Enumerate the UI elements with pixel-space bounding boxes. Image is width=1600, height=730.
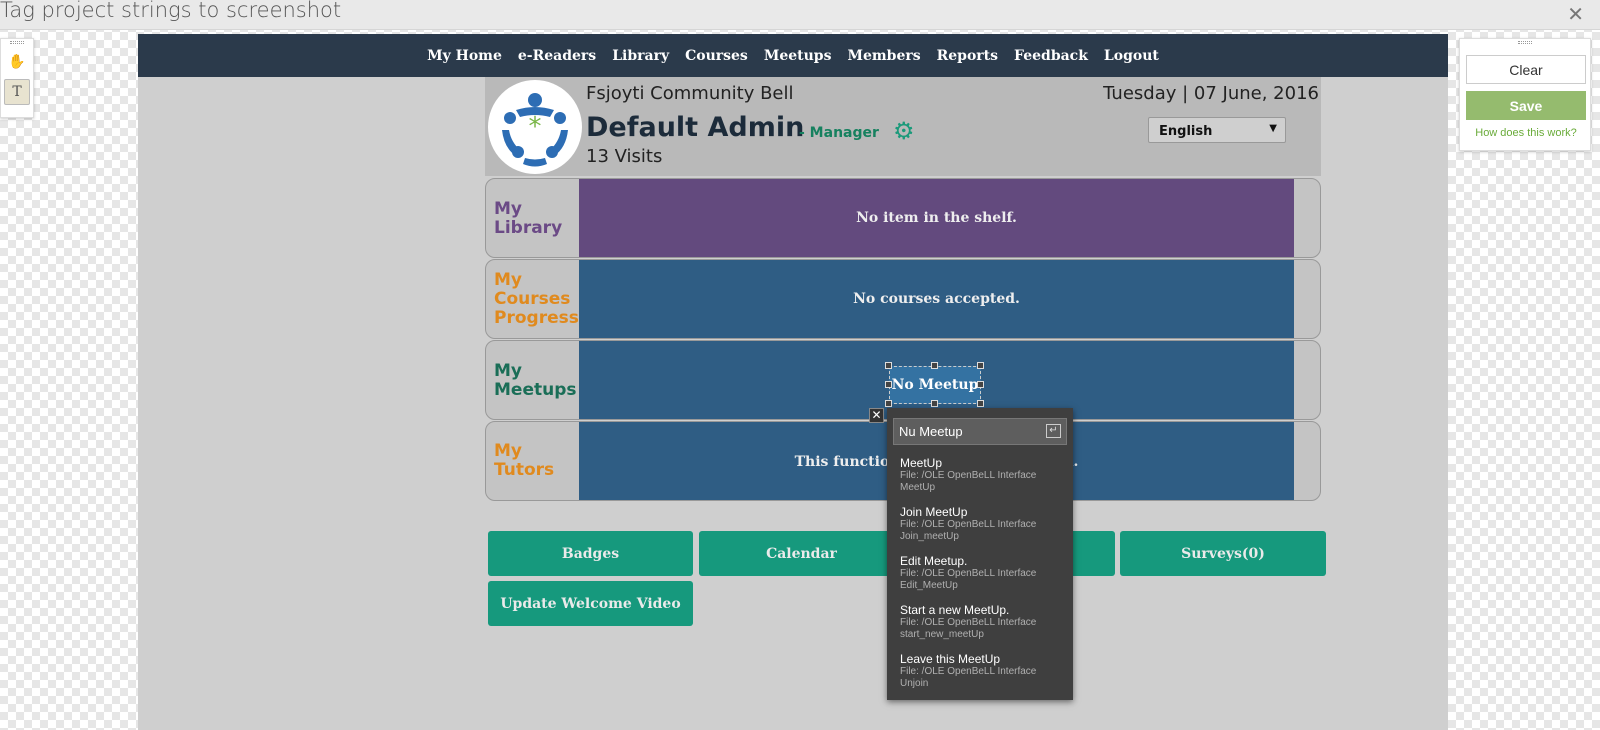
shelf-message: No courses accepted. — [853, 291, 1020, 307]
resize-handle[interactable] — [885, 381, 892, 388]
save-panel: Clear Save How does this work? — [1459, 38, 1591, 151]
top-nav: My Home e-Readers Library Courses Meetup… — [138, 34, 1448, 77]
suggestion-item[interactable]: MeetUp File: /OLE OpenBeLL Interface Mee… — [900, 456, 1065, 494]
nav-meetups[interactable]: Meetups — [764, 48, 832, 64]
hand-tool-icon[interactable]: ✋ — [4, 49, 30, 75]
language-value: English — [1159, 124, 1213, 139]
nav-courses[interactable]: Courses — [685, 48, 748, 64]
nav-library[interactable]: Library — [612, 48, 669, 64]
resize-handle[interactable] — [977, 400, 984, 407]
resize-handle[interactable] — [885, 400, 892, 407]
drag-handle[interactable] — [1460, 39, 1590, 45]
resize-handle[interactable] — [977, 381, 984, 388]
gear-icon[interactable]: ⚙ — [893, 117, 915, 145]
shelf-label: My Meetups — [494, 361, 577, 400]
shelf-label: My Library — [494, 199, 563, 238]
clear-button[interactable]: Clear — [1466, 55, 1586, 84]
enter-icon[interactable]: ↵ — [1046, 424, 1061, 438]
text-tool-icon[interactable]: T — [4, 79, 30, 105]
update-welcome-video-button[interactable]: Update Welcome Video — [488, 581, 693, 626]
suggestion-item[interactable]: Join MeetUp File: /OLE OpenBeLL Interfac… — [900, 505, 1065, 543]
app-screenshot: My Home e-Readers Library Courses Meetup… — [138, 34, 1448, 730]
community-logo: * — [488, 80, 582, 174]
tool-panel: ✋ T — [0, 38, 34, 118]
tag-search-input[interactable] — [894, 419, 1039, 444]
resize-handle[interactable] — [931, 362, 938, 369]
nav-feedback[interactable]: Feedback — [1014, 48, 1088, 64]
suggestion-item[interactable]: Edit Meetup. File: /OLE OpenBeLL Interfa… — [900, 554, 1065, 592]
shelf-content: No item in the shelf. — [579, 179, 1294, 257]
user-role: - Manager — [799, 125, 879, 141]
shelf-message: No item in the shelf. — [856, 210, 1017, 226]
user-name: Default Admin — [586, 112, 805, 143]
svg-text:*: * — [529, 112, 542, 142]
dashboard-header: * Fsjoyti Community Bell Default Admin -… — [485, 77, 1321, 176]
title-bar: Tag project strings to screenshot ✕ — [0, 0, 1600, 30]
drag-handle[interactable] — [1, 39, 33, 45]
surveys-button[interactable]: Surveys(0) — [1120, 531, 1326, 576]
nav-reports[interactable]: Reports — [937, 48, 998, 64]
tag-search-field[interactable]: ↵ — [893, 418, 1067, 445]
shelf-label: My Courses Progress — [494, 270, 579, 328]
calendar-button[interactable]: Calendar — [699, 531, 904, 576]
string-tag-popup: ↵ MeetUp File: /OLE OpenBeLL Interface M… — [887, 408, 1073, 700]
nav-my-home[interactable]: My Home — [427, 48, 502, 64]
badges-button[interactable]: Badges — [488, 531, 693, 576]
save-button[interactable]: Save — [1466, 91, 1586, 120]
resize-handle[interactable] — [885, 362, 892, 369]
suggestion-item[interactable]: Leave this MeetUp File: /OLE OpenBeLL In… — [900, 652, 1065, 690]
resize-handle[interactable] — [931, 400, 938, 407]
shelf-content: No courses accepted. — [579, 260, 1294, 338]
resize-handle[interactable] — [977, 362, 984, 369]
selected-string-box[interactable]: No Meetup — [889, 366, 981, 404]
chevron-down-icon: ▼ — [1269, 123, 1277, 134]
shelf-my-library: My Library No item in the shelf. — [485, 178, 1321, 258]
language-select[interactable]: English ▼ — [1148, 117, 1286, 143]
remove-selection-icon[interactable]: ✕ — [869, 408, 884, 423]
nav-logout[interactable]: Logout — [1104, 48, 1159, 64]
window-title: Tag project strings to screenshot — [0, 0, 342, 22]
help-link[interactable]: How does this work? — [1460, 127, 1592, 139]
selected-string-text: No Meetup — [891, 377, 979, 393]
close-icon[interactable]: ✕ — [1567, 2, 1584, 26]
suggestion-item[interactable]: Start a new MeetUp. File: /OLE OpenBeLL … — [900, 603, 1065, 641]
current-date: Tuesday | 07 June, 2016 — [1103, 83, 1319, 104]
nav-members[interactable]: Members — [847, 48, 920, 64]
visit-count: 13 Visits — [586, 146, 663, 167]
shelf-my-courses: My Courses Progress No courses accepted. — [485, 259, 1321, 339]
shelf-label: My Tutors — [494, 441, 555, 480]
community-name: Fsjoyti Community Bell — [586, 83, 794, 104]
nav-e-readers[interactable]: e-Readers — [518, 48, 596, 64]
